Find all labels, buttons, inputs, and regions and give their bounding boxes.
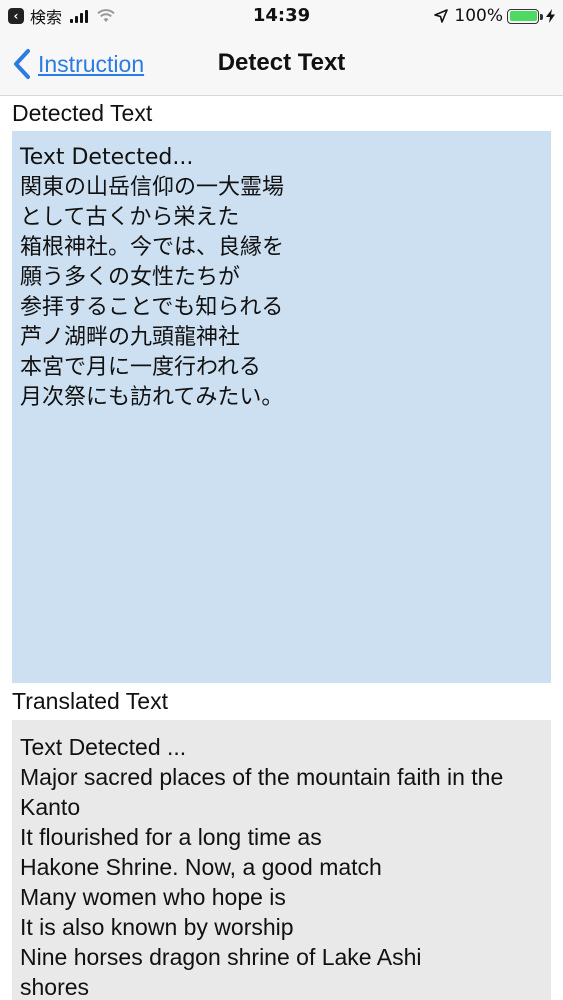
translated-line: Text Detected ... bbox=[20, 734, 187, 760]
battery-fill bbox=[509, 11, 537, 21]
location-icon bbox=[434, 9, 449, 23]
translated-line: Hakone Shrine. Now, a good match bbox=[20, 854, 382, 880]
detected-text-view[interactable]: Text Detected... 関東の山岳信仰の一大霊場 として古くから栄えた… bbox=[12, 131, 551, 683]
translated-text-label: Translated Text bbox=[12, 688, 168, 714]
screen: ‹ 検索 14:39 100% Instruction Detect Text … bbox=[0, 0, 563, 1000]
translated-line: It is also known by worship bbox=[20, 914, 294, 940]
translated-line: Nine horses dragon shrine of Lake Ashi bbox=[20, 944, 422, 970]
translated-line: Major sacred places of the mountain fait… bbox=[20, 764, 504, 820]
page-title: Detect Text bbox=[217, 49, 346, 76]
translated-line: Many women who hope is bbox=[20, 884, 286, 910]
translated-line: shores bbox=[20, 974, 90, 1000]
detected-line: 関東の山岳信仰の一大霊場 bbox=[20, 175, 285, 200]
detected-line: Text Detected... bbox=[20, 145, 194, 170]
detected-line: 本宮で月に一度行われる bbox=[20, 355, 261, 380]
translated-text-view[interactable]: Text Detected ... Major sacred places of… bbox=[12, 720, 551, 1000]
detected-line: 参拝することでも知られる bbox=[20, 295, 284, 320]
battery-cap bbox=[540, 13, 543, 20]
navigation-bar: Instruction Detect Text bbox=[0, 32, 563, 96]
detected-line: 月次祭にも訪れてみたい。 bbox=[20, 385, 284, 410]
status-bar: ‹ 検索 14:39 100% bbox=[0, 0, 563, 32]
detected-line: 芦ノ湖畔の九頭龍神社 bbox=[20, 325, 241, 350]
charging-icon bbox=[546, 9, 555, 23]
status-bar-right: 100% bbox=[434, 6, 555, 26]
detected-text-label: Detected Text bbox=[12, 100, 153, 126]
detected-line: として古くから栄えた bbox=[20, 205, 240, 230]
translated-line: It flourished for a long time as bbox=[20, 824, 322, 850]
battery-percent: 100% bbox=[454, 6, 503, 26]
battery-icon bbox=[507, 8, 543, 24]
detected-line: 願う多くの女性たちが bbox=[20, 265, 241, 290]
detected-line: 箱根神社。今では、良縁を bbox=[20, 235, 285, 260]
